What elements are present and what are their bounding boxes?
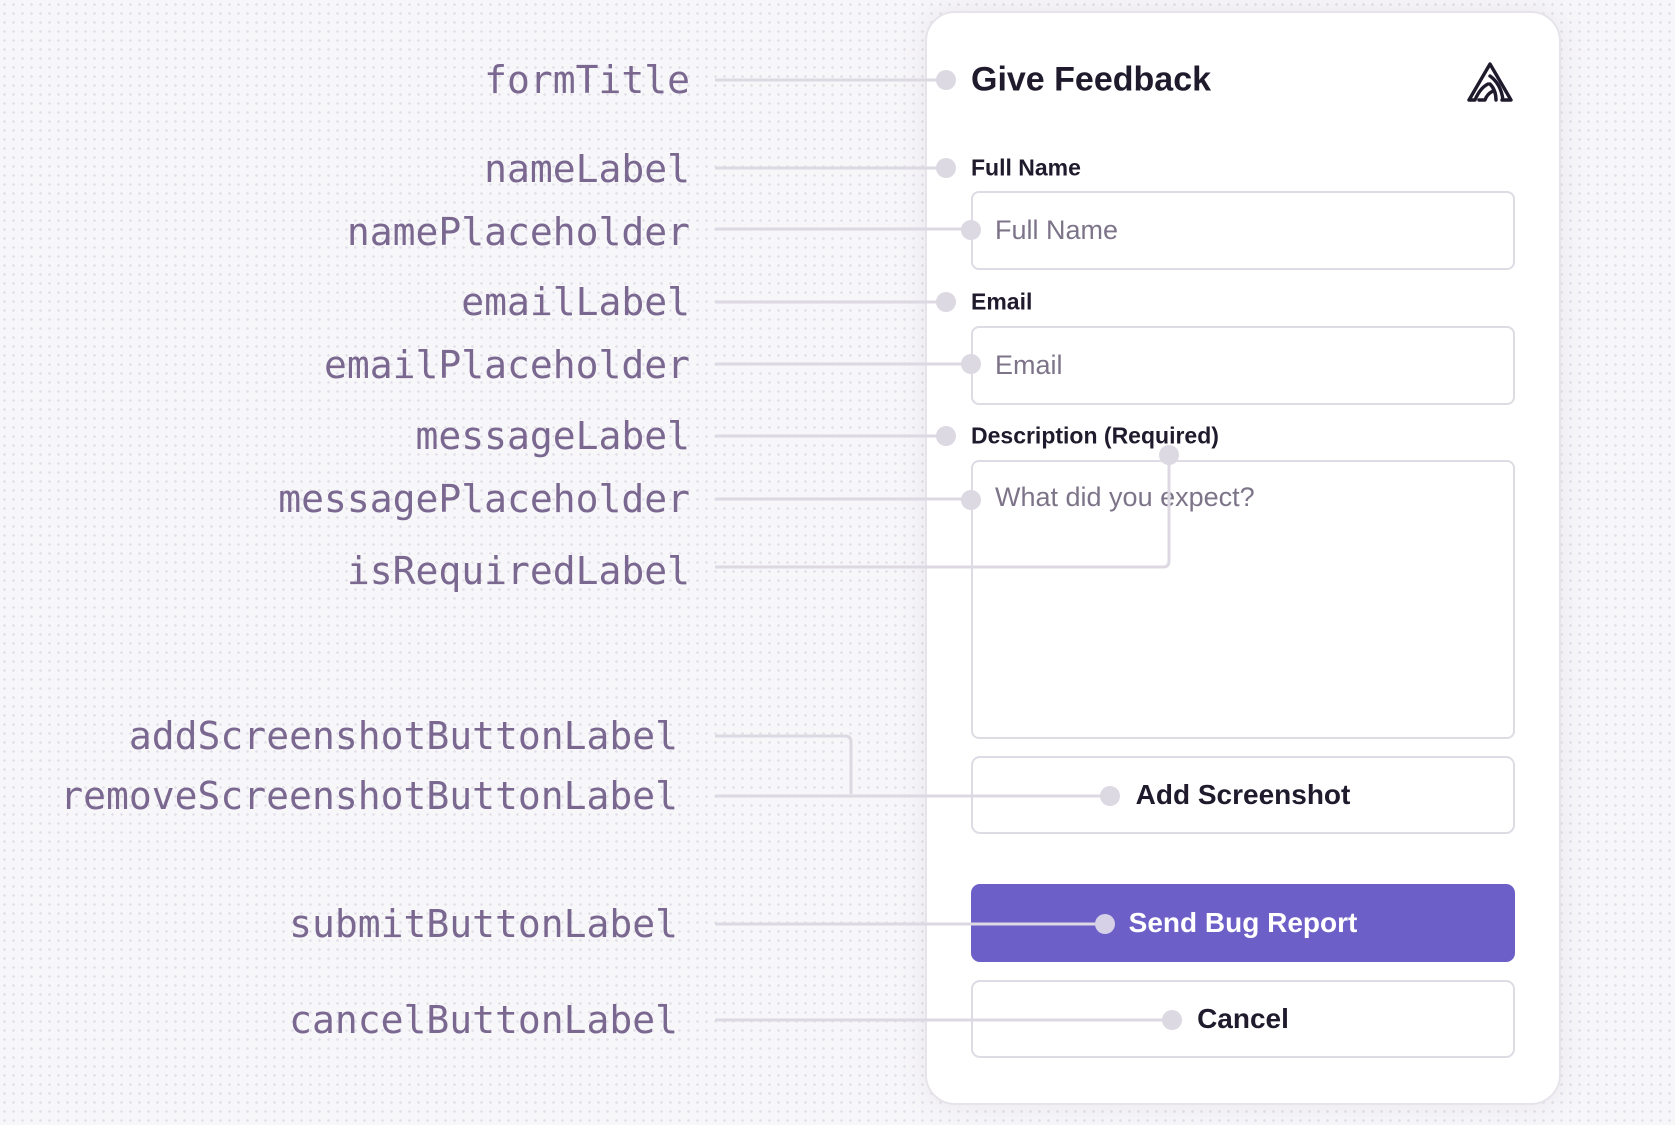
email-input[interactable] <box>971 326 1515 405</box>
annotation-name-placeholder: namePlaceholder <box>346 210 690 254</box>
annotation-message-placeholder: messagePlaceholder <box>278 477 690 521</box>
annotation-remove-screenshot-button-label: removeScreenshotButtonLabel <box>60 774 678 818</box>
annotation-is-required-label: isRequiredLabel <box>346 549 690 593</box>
annotation-email-label: emailLabel <box>461 280 690 324</box>
sentry-logo-icon <box>1467 62 1513 102</box>
annotation-email-placeholder: emailPlaceholder <box>323 343 690 387</box>
feedback-widget-diagram: formTitle nameLabel namePlaceholder emai… <box>0 0 1675 1125</box>
full-name-input[interactable] <box>971 191 1515 270</box>
annotation-form-title: formTitle <box>484 58 690 102</box>
add-screenshot-button[interactable]: Add Screenshot <box>971 756 1515 834</box>
send-bug-report-button[interactable]: Send Bug Report <box>971 884 1515 962</box>
email-label: Email <box>971 288 1033 315</box>
cancel-button[interactable]: Cancel <box>971 980 1515 1058</box>
annotation-submit-button-label: submitButtonLabel <box>289 902 678 946</box>
annotation-labels: formTitle nameLabel namePlaceholder emai… <box>0 0 690 1125</box>
annotation-name-label: nameLabel <box>484 147 690 191</box>
annotation-cancel-button-label: cancelButtonLabel <box>289 998 678 1042</box>
description-label: Description (Required) <box>971 422 1219 449</box>
form-title: Give Feedback <box>971 60 1212 99</box>
connector-add-screenshot <box>715 734 853 794</box>
full-name-label: Full Name <box>971 154 1081 181</box>
annotation-add-screenshot-button-label: addScreenshotButtonLabel <box>128 714 678 758</box>
annotation-message-label: messageLabel <box>415 414 690 458</box>
description-textarea[interactable] <box>971 460 1515 739</box>
